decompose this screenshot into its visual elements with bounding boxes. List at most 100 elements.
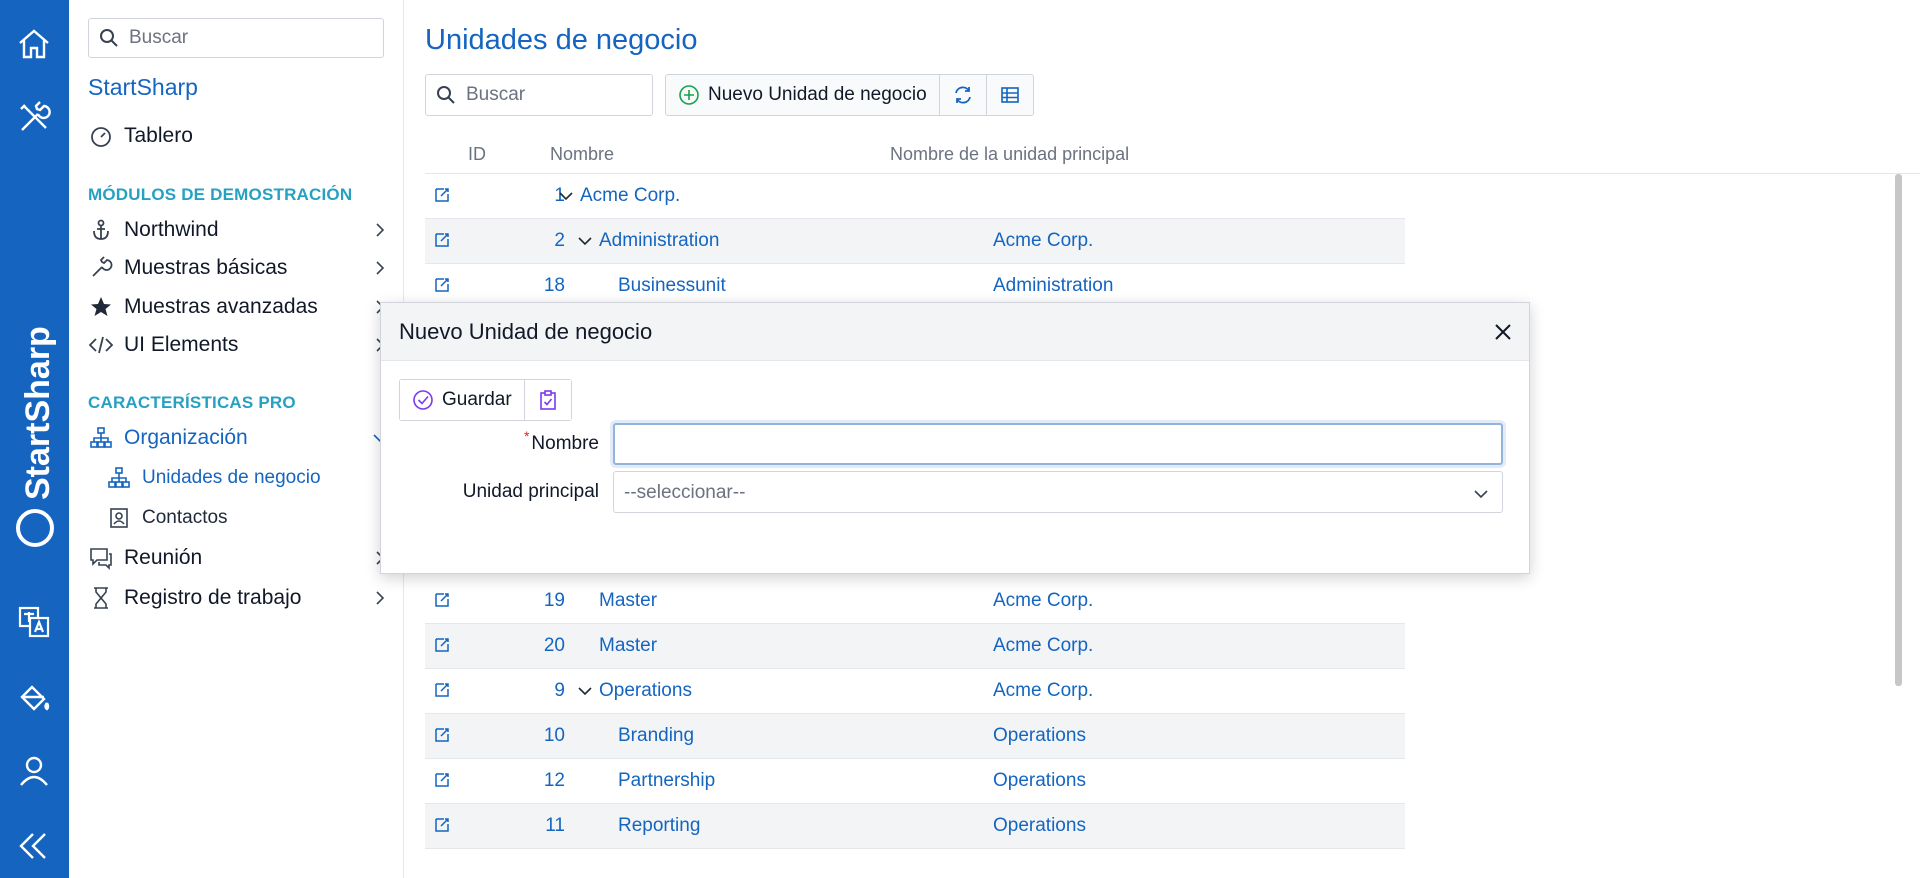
edit-row-icon[interactable] xyxy=(433,636,451,654)
edit-row-icon[interactable] xyxy=(433,771,451,789)
table-row[interactable]: 10 Branding Operations xyxy=(425,714,1405,759)
refresh-button[interactable] xyxy=(940,75,987,115)
grid-scrollbar[interactable] xyxy=(1895,174,1902,686)
sidebar-item-label: Registro de trabajo xyxy=(124,586,302,609)
grid-search-input[interactable] xyxy=(466,84,646,106)
sidebar-item-label: Northwind xyxy=(124,218,219,241)
sidebar-item-worklog[interactable]: Registro de trabajo xyxy=(88,580,388,616)
sidebar-item-label: Muestras básicas xyxy=(124,256,288,279)
row-parent-link[interactable]: Operations xyxy=(993,815,1086,837)
parent-select-placeholder: --seleccionar-- xyxy=(624,482,746,503)
edit-row-icon[interactable] xyxy=(433,591,451,609)
sidebar-title[interactable]: StartSharp xyxy=(88,74,198,101)
edit-row-icon[interactable] xyxy=(433,816,451,834)
edit-row-icon[interactable] xyxy=(433,186,451,204)
row-id: 9 xyxy=(554,680,565,701)
row-name-link[interactable]: Master xyxy=(599,590,657,612)
sidebar-item-contacts[interactable]: Contactos xyxy=(106,500,406,536)
name-field-label: * Nombre xyxy=(524,428,599,455)
sidebar-item-basic-samples[interactable]: Muestras básicas xyxy=(88,250,388,286)
close-icon[interactable] xyxy=(1489,318,1517,346)
column-picker-button[interactable] xyxy=(987,75,1033,115)
edit-row-icon[interactable] xyxy=(433,276,451,294)
translate-icon[interactable] xyxy=(14,602,54,642)
sidebar-item-meeting[interactable]: Reunión xyxy=(88,540,388,576)
sidebar-item-business-units[interactable]: Unidades de negocio xyxy=(106,460,406,496)
expand-toggle-icon[interactable] xyxy=(577,233,593,249)
table-row[interactable]: 19 Master Acme Corp. xyxy=(425,579,1405,624)
row-id: 11 xyxy=(545,815,565,836)
sidebar-item-label: UI Elements xyxy=(124,333,239,356)
expand-toggle-icon[interactable] xyxy=(558,188,574,204)
column-header-id[interactable]: ID xyxy=(468,144,486,165)
grid-search[interactable] xyxy=(425,74,653,116)
star-icon xyxy=(88,294,114,320)
table-row[interactable]: 12 Partnership Operations xyxy=(425,759,1405,804)
expand-toggle-icon[interactable] xyxy=(577,683,593,699)
chevron-right-icon xyxy=(376,223,385,237)
row-id: 10 xyxy=(543,725,565,746)
column-header-parent[interactable]: Nombre de la unidad principal xyxy=(890,144,1129,165)
table-row[interactable]: 11 Reporting Operations xyxy=(425,804,1405,849)
sidebar-item-label: Muestras avanzadas xyxy=(124,295,318,318)
table-row[interactable]: 2 Administration Acme Corp. xyxy=(425,219,1405,264)
paint-bucket-icon[interactable] xyxy=(14,677,54,717)
row-parent-link[interactable]: Acme Corp. xyxy=(993,680,1093,702)
table-row[interactable]: 9 Operations Acme Corp. xyxy=(425,669,1405,714)
row-name-link[interactable]: Administration xyxy=(599,230,719,252)
row-parent-link[interactable]: Acme Corp. xyxy=(993,230,1093,252)
row-name-link[interactable]: Acme Corp. xyxy=(580,185,680,207)
apply-changes-button[interactable] xyxy=(524,380,571,420)
brand-logo-vertical: StartSharp xyxy=(16,326,57,547)
new-business-unit-button[interactable]: Nuevo Unidad de negocio xyxy=(666,75,940,115)
row-id: 19 xyxy=(543,590,565,611)
dialog-toolbar: Guardar xyxy=(399,379,572,421)
wrench-icon xyxy=(88,255,114,281)
gauge-icon xyxy=(88,123,114,149)
row-parent-link[interactable]: Operations xyxy=(993,770,1086,792)
table-row[interactable]: 1 Acme Corp. xyxy=(425,174,1405,219)
save-button[interactable]: Guardar xyxy=(400,380,525,420)
check-circle-icon xyxy=(413,390,433,410)
row-name-link[interactable]: Businessunit xyxy=(618,275,726,297)
row-parent-link[interactable]: Administration xyxy=(993,275,1113,297)
sidebar-search[interactable] xyxy=(88,18,384,58)
save-button-label: Guardar xyxy=(442,389,512,410)
row-parent-link[interactable]: Acme Corp. xyxy=(993,590,1093,612)
edit-row-icon[interactable] xyxy=(433,681,451,699)
sidebar-item-ui-elements[interactable]: UI Elements xyxy=(88,327,388,363)
required-mark: * xyxy=(523,428,530,444)
dialog-title: Nuevo Unidad de negocio xyxy=(399,319,653,344)
home-icon[interactable] xyxy=(14,24,54,64)
sidebar-item-label: Reunión xyxy=(124,546,203,569)
tools-icon[interactable] xyxy=(14,98,54,138)
icon-rail: StartSharp xyxy=(0,0,69,878)
table-row[interactable]: 20 Master Acme Corp. xyxy=(425,624,1405,669)
parent-field-label: Unidad principal xyxy=(462,481,599,502)
sidebar-item-advanced-samples[interactable]: Muestras avanzadas xyxy=(88,289,388,325)
row-parent-link[interactable]: Acme Corp. xyxy=(993,635,1093,657)
table-columns-icon xyxy=(1000,87,1019,103)
edit-row-icon[interactable] xyxy=(433,231,451,249)
sidebar-item-label: Contactos xyxy=(142,507,228,528)
collapse-icon[interactable] xyxy=(14,826,54,866)
name-input[interactable] xyxy=(613,423,1503,465)
sidebar-item-dashboard[interactable]: Tablero xyxy=(88,118,388,154)
row-name-link[interactable]: Operations xyxy=(599,680,692,702)
user-icon[interactable] xyxy=(14,751,54,791)
new-business-unit-dialog: Nuevo Unidad de negocio Guardar * Nombre … xyxy=(380,302,1530,574)
sidebar-search-input[interactable] xyxy=(129,27,369,49)
edit-row-icon[interactable] xyxy=(433,726,451,744)
row-name-link[interactable]: Reporting xyxy=(618,815,700,837)
anchor-icon xyxy=(88,217,114,243)
clipboard-check-icon xyxy=(539,390,556,410)
sidebar-item-organization[interactable]: Organización xyxy=(88,420,388,456)
column-header-name[interactable]: Nombre xyxy=(550,144,614,165)
parent-unit-select[interactable]: --seleccionar-- xyxy=(613,471,1503,513)
sidebar-item-northwind[interactable]: Northwind xyxy=(88,212,388,248)
row-name-link[interactable]: Branding xyxy=(618,725,694,747)
row-name-link[interactable]: Master xyxy=(599,635,657,657)
row-parent-link[interactable]: Operations xyxy=(993,725,1086,747)
row-name-link[interactable]: Partnership xyxy=(618,770,715,792)
grid-header: ID Nombre Nombre de la unidad principal xyxy=(425,136,1885,174)
